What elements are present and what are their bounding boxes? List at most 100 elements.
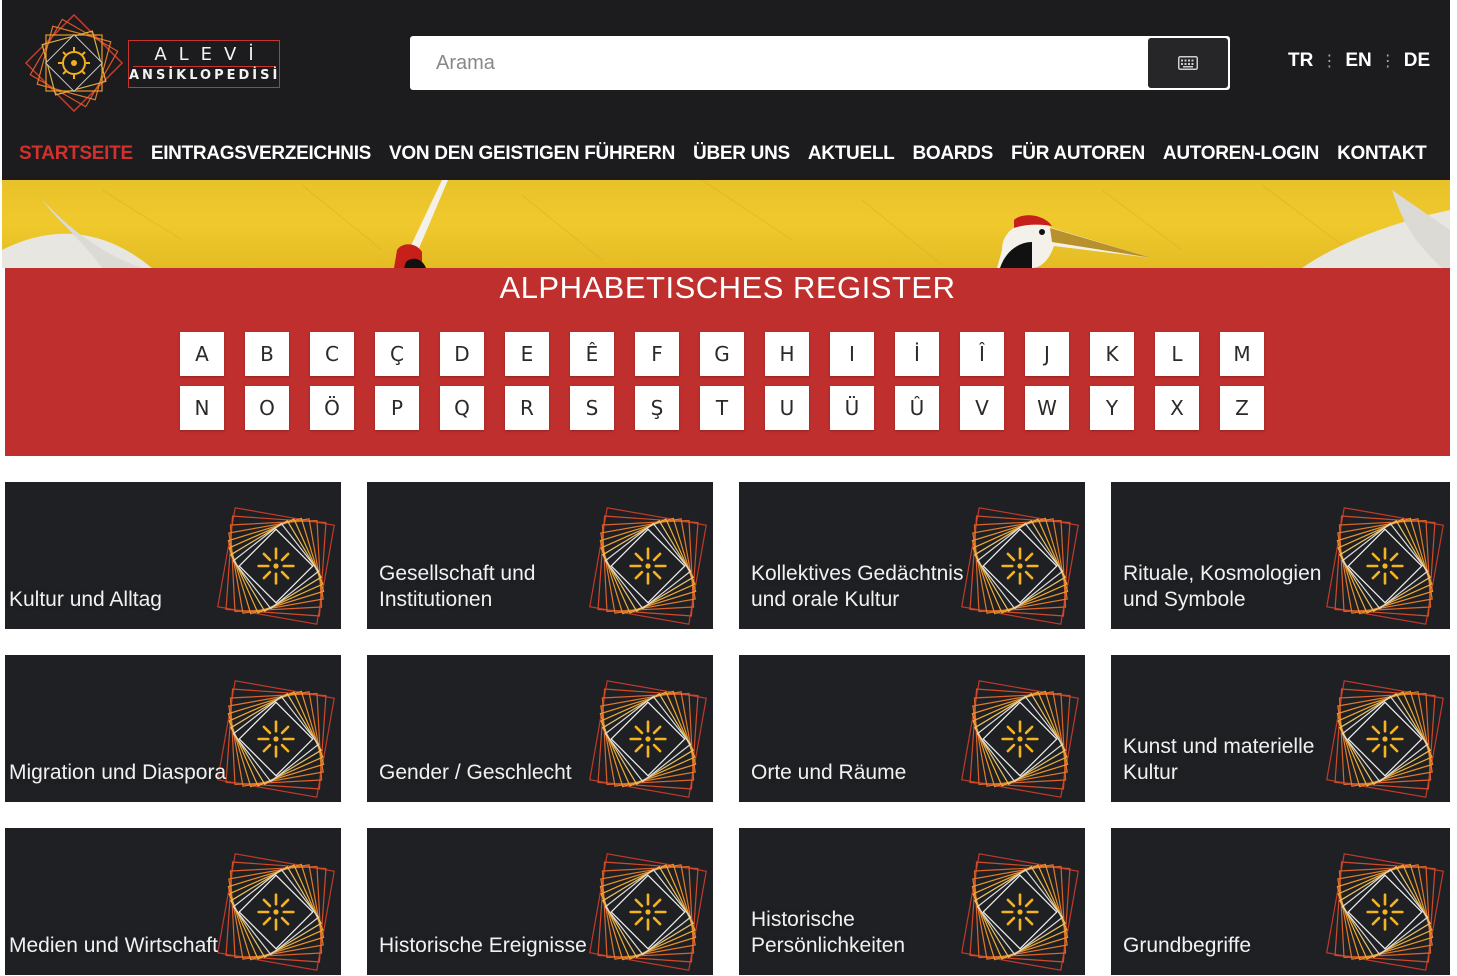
lang-tr[interactable]: TR: [1288, 50, 1313, 72]
category-title-line: Rituale, Kosmologien: [1123, 562, 1322, 585]
category-card[interactable]: Rituale, Kosmologien und Symbole: [1111, 482, 1450, 629]
letter-button[interactable]: N: [180, 386, 224, 430]
letter-button[interactable]: Ê: [570, 332, 614, 376]
hero-banner: [2, 180, 1450, 268]
letter-button[interactable]: L: [1155, 332, 1199, 376]
letter-button[interactable]: H: [765, 332, 809, 376]
search-box: [410, 36, 1230, 90]
category-card[interactable]: Gesellschaft und Institutionen: [367, 482, 713, 629]
category-card[interactable]: Kollektives Gedächtnis und orale Kultur: [739, 482, 1085, 629]
letter-button[interactable]: X: [1155, 386, 1199, 430]
letter-button[interactable]: Ü: [830, 386, 874, 430]
category-title-line: Gender / Geschlecht: [379, 761, 572, 784]
category-title-line: Kultur: [1123, 761, 1178, 784]
category-title: Migration und Diaspora: [9, 760, 226, 786]
nav-item[interactable]: KONTAKT: [1337, 143, 1427, 165]
letter-button[interactable]: V: [960, 386, 1004, 430]
category-title-line: Institutionen: [379, 588, 493, 611]
category-title: Gender / Geschlecht: [379, 760, 572, 786]
letter-button[interactable]: Ç: [375, 332, 419, 376]
category-title: Rituale, Kosmologien und Symbole: [1123, 561, 1321, 613]
letter-button[interactable]: Î: [960, 332, 1004, 376]
lang-separator: ⋮: [1321, 53, 1338, 70]
category-title: Grundbegriffe: [1123, 933, 1251, 959]
letter-button[interactable]: Y: [1090, 386, 1134, 430]
letter-button[interactable]: B: [245, 332, 289, 376]
nav-item[interactable]: VON DEN GEISTIGEN FÜHRERN: [389, 143, 675, 165]
emblem-icon: [216, 506, 336, 626]
category-title: Kultur und Alltag: [9, 587, 162, 613]
category-title: Kollektives Gedächtnis und orale Kultur: [751, 561, 963, 613]
emblem-icon: [960, 852, 1080, 972]
main-nav: STARTSEITE EINTRAGSVERZEICHNIS VON DEN GEI…: [2, 138, 1450, 170]
letter-button[interactable]: Û: [895, 386, 939, 430]
letter-button[interactable]: C: [310, 332, 354, 376]
letter-button[interactable]: M: [1220, 332, 1264, 376]
letter-button[interactable]: Ş: [635, 386, 679, 430]
letter-button[interactable]: A: [180, 332, 224, 376]
emblem-icon: [588, 506, 708, 626]
letter-button[interactable]: W: [1025, 386, 1069, 430]
category-title-line: und Symbole: [1123, 588, 1246, 611]
search-input[interactable]: [424, 36, 1144, 90]
category-card[interactable]: Medien und Wirtschaft: [5, 828, 341, 975]
lang-en[interactable]: EN: [1345, 50, 1371, 72]
category-title: Gesellschaft und Institutionen: [379, 561, 535, 613]
category-title: Medien und Wirtschaft: [9, 933, 218, 959]
letter-button[interactable]: P: [375, 386, 419, 430]
letter-button[interactable]: E: [505, 332, 549, 376]
category-card[interactable]: Historische Persönlichkeiten: [739, 828, 1085, 975]
letter-button[interactable]: Q: [440, 386, 484, 430]
nav-item[interactable]: FÜR AUTOREN: [1011, 143, 1145, 165]
letter-button[interactable]: G: [700, 332, 744, 376]
letter-button[interactable]: K: [1090, 332, 1134, 376]
category-title-line: Migration und Diaspora: [9, 761, 227, 784]
category-card[interactable]: Orte und Räume: [739, 655, 1085, 802]
letter-button[interactable]: T: [700, 386, 744, 430]
category-title-line: Kunst und materielle: [1123, 735, 1315, 758]
lang-de[interactable]: DE: [1404, 50, 1430, 72]
letter-button[interactable]: I: [830, 332, 874, 376]
category-title-line: Historische Ereignisse: [379, 934, 587, 957]
letter-button[interactable]: F: [635, 332, 679, 376]
category-title: Historische Ereignisse: [379, 933, 587, 959]
letter-button[interactable]: Ö: [310, 386, 354, 430]
nav-item[interactable]: AKTUELL: [808, 143, 895, 165]
logo-emblem-icon: [24, 14, 124, 112]
site-logo[interactable]: ALEVİ ANSİKLOPEDİSİ: [24, 14, 282, 112]
nav-item[interactable]: ÜBER UNS: [693, 143, 790, 165]
letter-button[interactable]: Z: [1220, 386, 1264, 430]
letter-button[interactable]: D: [440, 332, 484, 376]
category-grid: Kultur und Alltag Gesellschaft und Institu…: [0, 482, 1457, 976]
category-card[interactable]: Grundbegriffe: [1111, 828, 1450, 975]
nav-item[interactable]: EINTRAGSVERZEICHNIS: [151, 143, 372, 165]
category-card[interactable]: Gender / Geschlecht: [367, 655, 713, 802]
letter-button[interactable]: R: [505, 386, 549, 430]
category-card[interactable]: Kunst und materielle Kultur: [1111, 655, 1450, 802]
page: ALEVİ ANSİKLOPEDİSİ TR ⋮: [0, 0, 1457, 976]
category-card[interactable]: Historische Ereignisse: [367, 828, 713, 975]
category-title: Historische Persönlichkeiten: [751, 907, 905, 959]
letter-button[interactable]: O: [245, 386, 289, 430]
crane-banner-image: [2, 180, 1450, 268]
category-title-line: Medien und Wirtschaft: [9, 934, 218, 957]
letter-button[interactable]: S: [570, 386, 614, 430]
letter-button[interactable]: U: [765, 386, 809, 430]
category-card[interactable]: Migration und Diaspora: [5, 655, 341, 802]
category-title-line: Gesellschaft und: [379, 562, 536, 585]
logo-line-1: ALEVİ: [154, 44, 266, 65]
letter-button[interactable]: J: [1025, 332, 1069, 376]
keyboard-icon: [1178, 56, 1198, 70]
register-title: ALPHABETISCHES REGISTER: [499, 270, 956, 305]
search-button[interactable]: [1148, 38, 1228, 88]
letter-button[interactable]: İ: [895, 332, 939, 376]
letter-row-1: ABCÇDEÊFGHIİÎJKLM: [180, 332, 1264, 376]
category-title-line: Persönlichkeiten: [751, 934, 906, 957]
nav-item[interactable]: STARTSEITE: [19, 143, 133, 165]
emblem-icon: [960, 506, 1080, 626]
nav-item[interactable]: BOARDS: [912, 143, 993, 165]
category-card[interactable]: Kultur und Alltag: [5, 482, 341, 629]
logo-line-2: ANSİKLOPEDİSİ: [129, 68, 281, 83]
category-title-line: Kultur und Alltag: [9, 588, 162, 611]
nav-item[interactable]: AUTOREN-LOGIN: [1163, 143, 1320, 165]
